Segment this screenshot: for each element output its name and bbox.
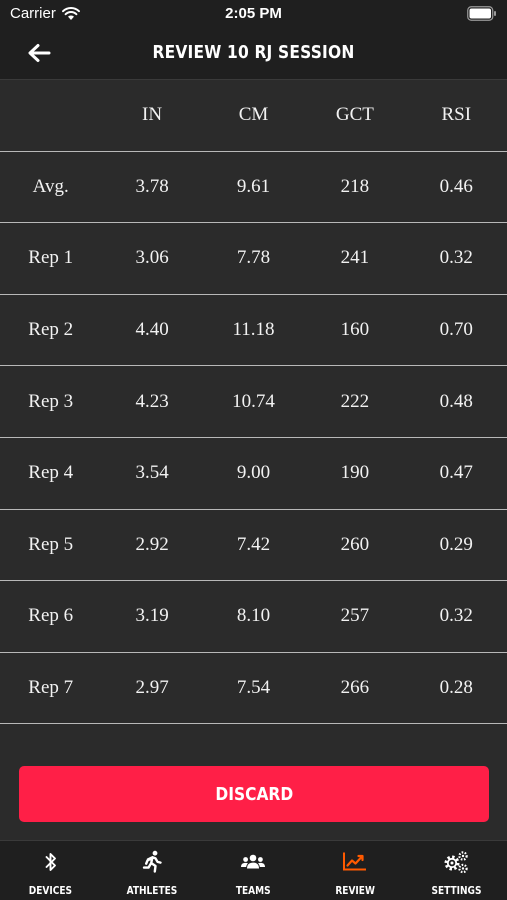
- navigation-bar: REVIEW 10 RJ SESSION: [0, 28, 507, 80]
- in-value: 3.78: [135, 175, 169, 197]
- column-header-in: IN: [142, 104, 163, 126]
- row-label: Rep 3: [28, 390, 74, 412]
- tab-teams[interactable]: TEAMS: [203, 841, 304, 900]
- page-title: REVIEW 10 RJ SESSION: [152, 42, 355, 63]
- status-bar: Carrier 2:05 PM: [0, 0, 507, 28]
- cm-value: 7.42: [236, 533, 271, 555]
- gct-value: 190: [340, 462, 370, 484]
- cm-value: 8.10: [236, 605, 271, 627]
- table-row: Rep 6 3.19 8.10 257 0.32: [0, 581, 507, 653]
- row-label: Rep 7: [28, 677, 74, 699]
- table-row: Rep 3 4.23 10.74 222 0.48: [0, 366, 507, 438]
- bluetooth-icon: [45, 853, 56, 871]
- table-row: Rep 7 2.97 7.54 266 0.28: [0, 653, 507, 725]
- row-label: Rep 1: [28, 247, 74, 269]
- rsi-value: 0.32: [439, 247, 473, 269]
- cm-value: 9.61: [236, 175, 271, 197]
- column-header-cm: CM: [238, 104, 269, 126]
- table-row: Avg. 3.78 9.61 218 0.46: [0, 152, 507, 224]
- in-value: 4.23: [135, 390, 169, 412]
- tab-bar: DEVICES ATHLETES TEAMS REVIEW SETTINGS: [0, 840, 507, 900]
- clock: 2:05 PM: [225, 5, 282, 22]
- cm-value: 9.00: [236, 462, 271, 484]
- tab-teams-label: TEAMS: [236, 884, 271, 897]
- tab-review-label: REVIEW: [335, 884, 375, 897]
- tab-review[interactable]: REVIEW: [304, 841, 405, 900]
- column-header-rsi: RSI: [441, 104, 472, 126]
- session-table: IN CM GCT RSI Avg. 3.78 9.61 218 0.46 Re…: [0, 80, 507, 725]
- tab-athletes[interactable]: ATHLETES: [101, 841, 202, 900]
- in-value: 2.97: [135, 677, 169, 699]
- rsi-value: 0.29: [439, 533, 473, 555]
- discard-button[interactable]: DISCARD: [19, 766, 489, 822]
- in-value: 3.06: [135, 247, 169, 269]
- chart-icon: [342, 852, 366, 871]
- in-value: 3.54: [135, 462, 169, 484]
- cm-value: 7.78: [236, 247, 271, 269]
- rsi-value: 0.32: [439, 605, 473, 627]
- users-icon: [241, 854, 266, 869]
- gct-value: 257: [340, 605, 370, 627]
- in-value: 2.92: [135, 533, 169, 555]
- runner-icon: [142, 850, 162, 873]
- rsi-value: 0.28: [439, 677, 473, 699]
- rsi-value: 0.70: [439, 319, 473, 341]
- gct-value: 260: [340, 533, 370, 555]
- table-row: Rep 1 3.06 7.78 241 0.32: [0, 223, 507, 295]
- battery-icon: [467, 6, 496, 21]
- gct-value: 222: [340, 390, 370, 412]
- row-label: Avg.: [32, 175, 69, 197]
- tab-devices[interactable]: DEVICES: [0, 841, 101, 900]
- cm-value: 11.18: [232, 319, 275, 341]
- gct-value: 218: [340, 175, 370, 197]
- rsi-value: 0.48: [439, 390, 473, 412]
- gct-value: 160: [340, 319, 370, 341]
- column-header-gct: GCT: [335, 104, 374, 126]
- cm-value: 7.54: [236, 677, 271, 699]
- rsi-value: 0.46: [439, 175, 473, 197]
- tab-athletes-label: ATHLETES: [126, 884, 178, 897]
- table-row: Rep 5 2.92 7.42 260 0.29: [0, 510, 507, 582]
- gct-value: 266: [340, 677, 370, 699]
- in-value: 4.40: [135, 319, 169, 341]
- in-value: 3.19: [135, 605, 169, 627]
- cm-value: 10.74: [232, 390, 275, 412]
- table-header-row: IN CM GCT RSI: [0, 80, 507, 152]
- tab-devices-label: DEVICES: [29, 884, 73, 897]
- row-label: Rep 5: [28, 533, 74, 555]
- row-label: Rep 4: [28, 462, 74, 484]
- discard-button-label: DISCARD: [215, 783, 293, 805]
- table-row: Rep 2 4.40 11.18 160 0.70: [0, 295, 507, 367]
- gct-value: 241: [340, 247, 370, 269]
- tab-settings[interactable]: SETTINGS: [406, 841, 507, 900]
- row-label: Rep 2: [28, 319, 74, 341]
- rsi-value: 0.47: [439, 462, 473, 484]
- tab-settings-label: SETTINGS: [431, 884, 482, 897]
- gears-icon: [444, 851, 468, 874]
- row-label: Rep 6: [28, 605, 74, 627]
- table-row: Rep 4 3.54 9.00 190 0.47: [0, 438, 507, 510]
